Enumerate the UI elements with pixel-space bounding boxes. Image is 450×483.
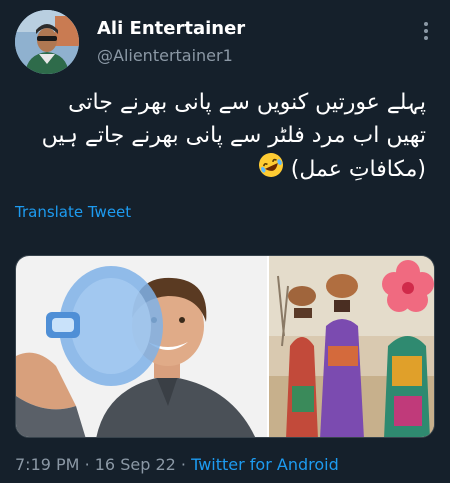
- tweet-line-last: (مکافاتِ عمل): [16, 152, 426, 188]
- tweet-image[interactable]: [15, 255, 435, 438]
- tweet-date[interactable]: 16 Sep 22: [95, 455, 176, 474]
- profile-photo: [15, 10, 79, 74]
- meta-separator: ·: [84, 455, 90, 474]
- laughing-emoji-icon: [258, 152, 284, 188]
- author-handle[interactable]: @Alientertainer1: [97, 46, 233, 65]
- meta-separator: ·: [180, 455, 186, 474]
- translate-tweet-link[interactable]: Translate Tweet: [15, 203, 131, 221]
- tweet-source-link[interactable]: Twitter for Android: [191, 455, 339, 474]
- tweet-text: پہلے عورتیں کنویں سے پانی بھرنے جاتی تھی…: [16, 86, 426, 188]
- author-display-name[interactable]: Ali Entertainer: [97, 18, 245, 39]
- avatar[interactable]: [15, 10, 79, 74]
- tweet-line: تھیں اب مرد فلٹر سے پانی بھرنے جاتے ہیں: [41, 123, 426, 148]
- tweet-meta: 7:19 PM · 16 Sep 22 · Twitter for Androi…: [15, 455, 339, 474]
- tweet-time[interactable]: 7:19 PM: [15, 455, 79, 474]
- more-options-icon[interactable]: [416, 18, 436, 44]
- tweet-line: پہلے عورتیں کنویں سے پانی بھرنے جاتی: [68, 90, 426, 115]
- tweet-line: (مکافاتِ عمل): [290, 157, 426, 182]
